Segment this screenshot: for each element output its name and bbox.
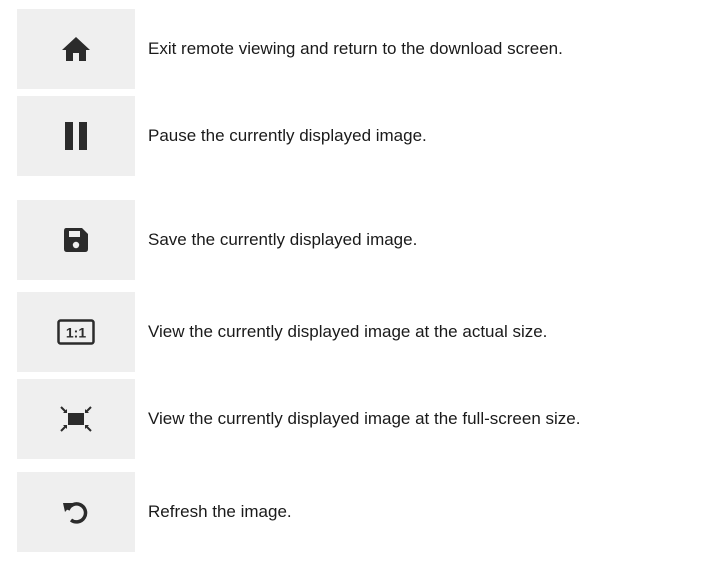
legend-row-save: Save the currently displayed image. <box>17 200 697 280</box>
legend-row-fullscreen: View the currently displayed image at th… <box>17 379 697 459</box>
legend-row-actual-size: 1:1 View the currently displayed image a… <box>17 292 697 372</box>
refresh-icon <box>63 502 88 524</box>
actual-size-description: View the currently displayed image at th… <box>148 322 548 341</box>
pause-description: Pause the currently displayed image. <box>148 126 427 145</box>
pause-icon <box>65 122 87 150</box>
fullscreen-icon <box>60 406 92 432</box>
refresh-button[interactable] <box>17 472 135 552</box>
actual-size-icon: 1:1 <box>57 319 95 345</box>
home-icon <box>62 37 90 61</box>
refresh-description: Refresh the image. <box>148 502 292 521</box>
home-button[interactable] <box>17 9 135 89</box>
legend-row-refresh: Refresh the image. <box>17 472 697 552</box>
fullscreen-description: View the currently displayed image at th… <box>148 409 581 428</box>
legend-row-home: Exit remote viewing and return to the do… <box>17 9 697 89</box>
save-description: Save the currently displayed image. <box>148 230 418 249</box>
legend-row-pause: Pause the currently displayed image. <box>17 96 697 176</box>
fullscreen-button[interactable] <box>17 379 135 459</box>
pause-button[interactable] <box>17 96 135 176</box>
actual-size-icon-label: 1:1 <box>66 325 86 341</box>
save-button[interactable] <box>17 200 135 280</box>
save-icon <box>64 228 88 252</box>
actual-size-button[interactable]: 1:1 <box>17 292 135 372</box>
home-description: Exit remote viewing and return to the do… <box>148 39 563 58</box>
